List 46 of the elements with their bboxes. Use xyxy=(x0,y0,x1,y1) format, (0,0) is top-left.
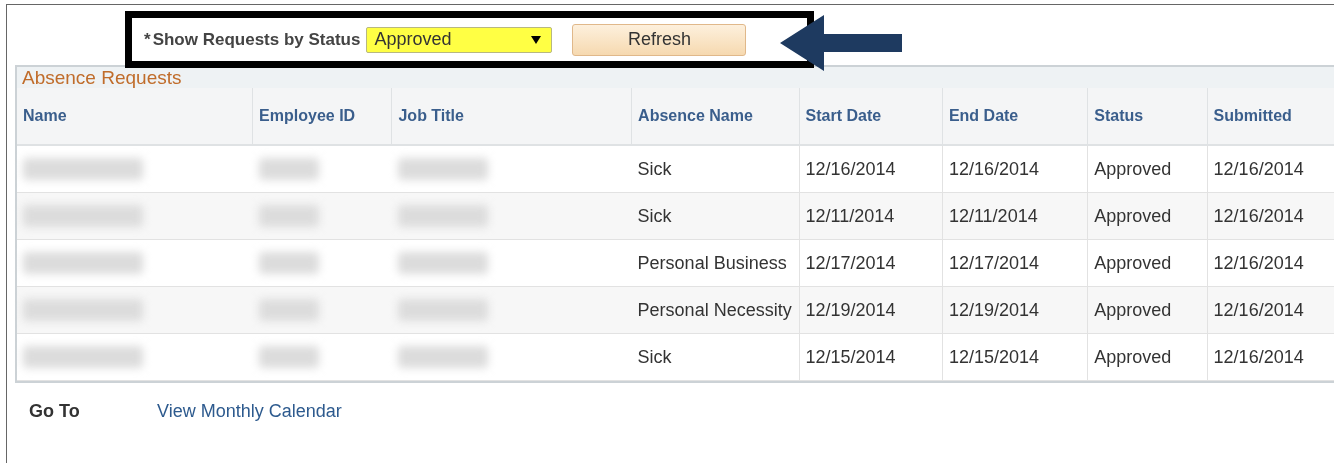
table-cell: Approved xyxy=(1094,253,1172,273)
table-cell: 12/15/2014 xyxy=(805,347,896,367)
blurred-text xyxy=(258,346,319,368)
table-cell: 12/16/2014 xyxy=(1213,300,1304,320)
table-cell: Personal Necessity xyxy=(637,300,792,320)
table-cell: Approved xyxy=(1094,206,1172,226)
column-header[interactable]: Employee ID xyxy=(252,88,392,145)
filter-label: *Show Requests by Status xyxy=(144,29,361,50)
calendar-link[interactable]: View Monthly Calendar xyxy=(157,401,342,422)
table-cell: Approved xyxy=(1094,347,1172,367)
blurred-text xyxy=(258,158,319,180)
column-header[interactable]: End Date xyxy=(942,88,1088,145)
table-cell: 12/19/2014 xyxy=(805,300,896,320)
column-header[interactable]: Job Title xyxy=(391,88,632,145)
table-cell: 12/11/2014 xyxy=(948,206,1038,226)
table-cell: 12/16/2014 xyxy=(1213,253,1304,273)
table-cell: 12/19/2014 xyxy=(948,300,1039,320)
caret-icon xyxy=(531,35,542,44)
column-header[interactable]: Submitted xyxy=(1207,88,1334,145)
column-header[interactable]: Absence Name xyxy=(631,88,800,145)
table-cell: 12/16/2014 xyxy=(1213,347,1304,367)
blurred-text xyxy=(258,205,319,227)
blurred-text xyxy=(258,299,319,321)
table-cell: 12/16/2014 xyxy=(948,159,1039,179)
table-cell: Approved xyxy=(1094,159,1172,179)
table-cell: Sick xyxy=(637,206,672,226)
blurred-text xyxy=(258,252,319,274)
table-cell: Sick xyxy=(637,347,672,367)
column-header[interactable]: Name xyxy=(17,88,253,145)
column-header[interactable]: Status xyxy=(1087,88,1208,145)
table-cell: 12/16/2014 xyxy=(1213,206,1304,226)
status-select[interactable]: Approved xyxy=(366,26,553,53)
table-title: Absence Requests xyxy=(17,67,1334,88)
table-cell: 12/17/2014 xyxy=(948,253,1039,273)
table-cell: Sick xyxy=(637,159,672,179)
arrow-icon xyxy=(780,14,904,71)
table-cell: Personal Business xyxy=(637,253,787,273)
table-cell: 12/16/2014 xyxy=(805,159,896,179)
table-cell: 12/17/2014 xyxy=(805,253,896,273)
table-cell: Approved xyxy=(1094,300,1172,320)
column-header[interactable]: Start Date xyxy=(799,88,943,145)
go-to-label: Go To xyxy=(29,401,81,422)
table-cell: 12/15/2014 xyxy=(948,347,1039,367)
table-cell: 12/11/2014 xyxy=(805,206,895,226)
table-cell: 12/16/2014 xyxy=(1213,159,1304,179)
refresh-button[interactable]: Refresh xyxy=(572,23,747,56)
